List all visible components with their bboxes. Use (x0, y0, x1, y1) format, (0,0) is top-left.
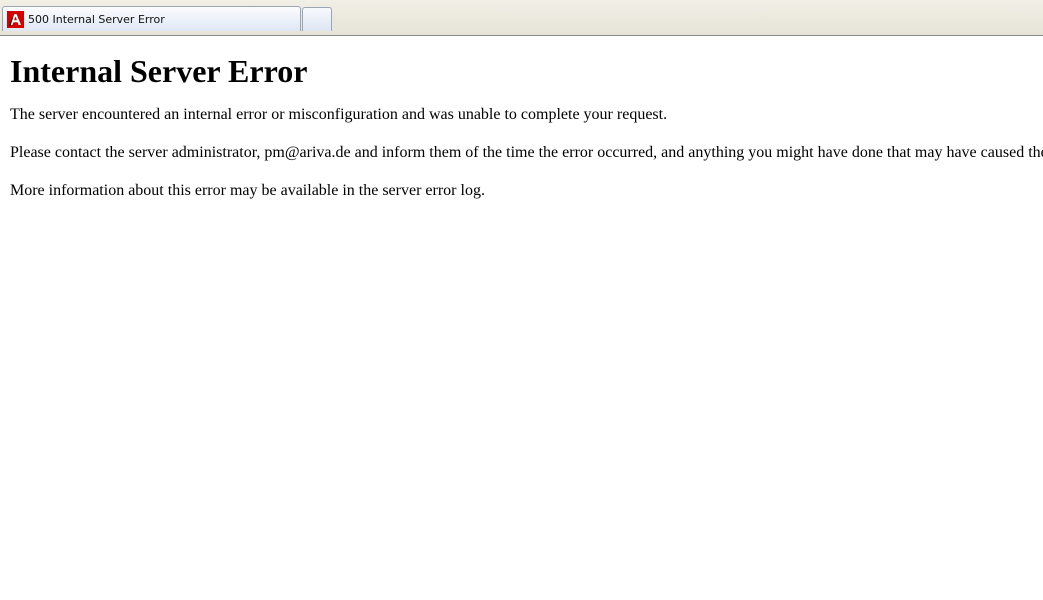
error-log-note: More information about this error may be… (10, 182, 485, 199)
ariva-logo-icon (7, 10, 24, 28)
tab-strip: 500 Internal Server Error (0, 0, 1043, 38)
error-description: The server encountered an internal error… (10, 106, 668, 123)
contact-instructions: Please contact the server administrator,… (10, 144, 1043, 161)
tab-500-internal-server-error[interactable]: 500 Internal Server Error (2, 6, 301, 31)
error-page-content: Internal Server Error The server encount… (10, 36, 1043, 200)
new-tab-button[interactable] (302, 7, 332, 31)
page-title: Internal Server Error (10, 53, 308, 89)
tab-title: 500 Internal Server Error (28, 12, 165, 26)
